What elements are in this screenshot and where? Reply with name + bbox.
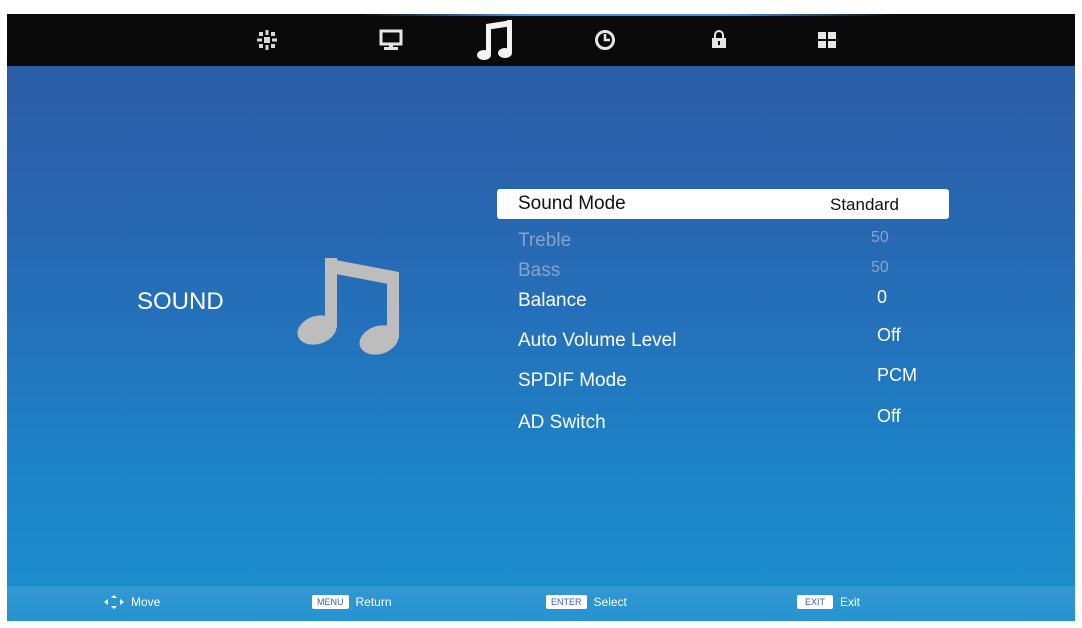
section-title: SOUND bbox=[137, 288, 224, 315]
tab-picture[interactable] bbox=[247, 20, 287, 60]
clock-icon bbox=[595, 30, 615, 50]
menu-item-value: 50 bbox=[871, 229, 889, 246]
menu-item-auto-volume-level[interactable]: Auto Volume Level Off bbox=[497, 325, 949, 357]
menu-item-treble: Treble 50 bbox=[497, 227, 949, 257]
tv-sound-menu-screen: SOUND Sound Mode Standard Treble 50 Bass… bbox=[7, 14, 1075, 621]
menu-key-badge: MENU bbox=[312, 595, 349, 609]
menu-item-value: Off bbox=[877, 406, 901, 426]
topbar-accent-line bbox=[362, 14, 892, 16]
navigation-arrows-icon bbox=[104, 595, 124, 609]
menu-item-sound-mode[interactable]: Sound Mode Standard bbox=[497, 189, 949, 219]
menu-item-label: SPDIF Mode bbox=[518, 370, 627, 391]
footer-hint-bar bbox=[7, 586, 1075, 621]
menu-item-spdif-mode[interactable]: SPDIF Mode PCM bbox=[497, 365, 949, 397]
menu-item-value: PCM bbox=[877, 365, 917, 385]
menu-item-label: Treble bbox=[518, 230, 572, 251]
menu-item-value: 50 bbox=[871, 259, 889, 276]
menu-item-balance[interactable]: Balance 0 bbox=[497, 287, 949, 317]
lock-icon bbox=[712, 30, 726, 48]
menu-item-ad-switch[interactable]: AD Switch Off bbox=[497, 406, 949, 439]
menu-item-label: Bass bbox=[518, 260, 561, 281]
hint-exit-label: Exit bbox=[840, 595, 861, 609]
menu-item-value: Standard bbox=[830, 195, 899, 214]
menu-item-label: Balance bbox=[518, 290, 587, 311]
hint-select-label: Select bbox=[593, 595, 627, 609]
tab-time[interactable] bbox=[585, 20, 625, 60]
hint-select: ENTER Select bbox=[546, 594, 627, 610]
menu-item-label: AD Switch bbox=[518, 412, 606, 433]
exit-key-badge: EXIT bbox=[797, 595, 834, 609]
menu-item-label: Auto Volume Level bbox=[518, 330, 677, 351]
hint-move: Move bbox=[103, 594, 160, 610]
top-menu-bar bbox=[7, 14, 1075, 66]
menu-item-value: Off bbox=[877, 325, 901, 345]
hint-return: MENU Return bbox=[312, 594, 392, 610]
grid-icon bbox=[818, 32, 836, 48]
menu-item-value: 0 bbox=[877, 287, 888, 307]
music-note-icon bbox=[477, 20, 512, 60]
menu-item-bass: Bass 50 bbox=[497, 259, 949, 289]
music-note-icon bbox=[297, 250, 407, 365]
tab-screen[interactable] bbox=[371, 20, 411, 60]
enter-key-badge: ENTER bbox=[546, 595, 587, 609]
tab-lock[interactable] bbox=[699, 20, 739, 60]
hint-return-label: Return bbox=[355, 595, 392, 609]
hint-move-label: Move bbox=[131, 595, 161, 609]
tab-sound[interactable] bbox=[472, 16, 518, 64]
hint-exit: EXIT Exit bbox=[797, 594, 860, 610]
picture-settings-icon bbox=[257, 30, 277, 50]
tab-setup[interactable] bbox=[807, 20, 847, 60]
monitor-icon bbox=[379, 29, 403, 50]
menu-item-label: Sound Mode bbox=[518, 193, 626, 214]
